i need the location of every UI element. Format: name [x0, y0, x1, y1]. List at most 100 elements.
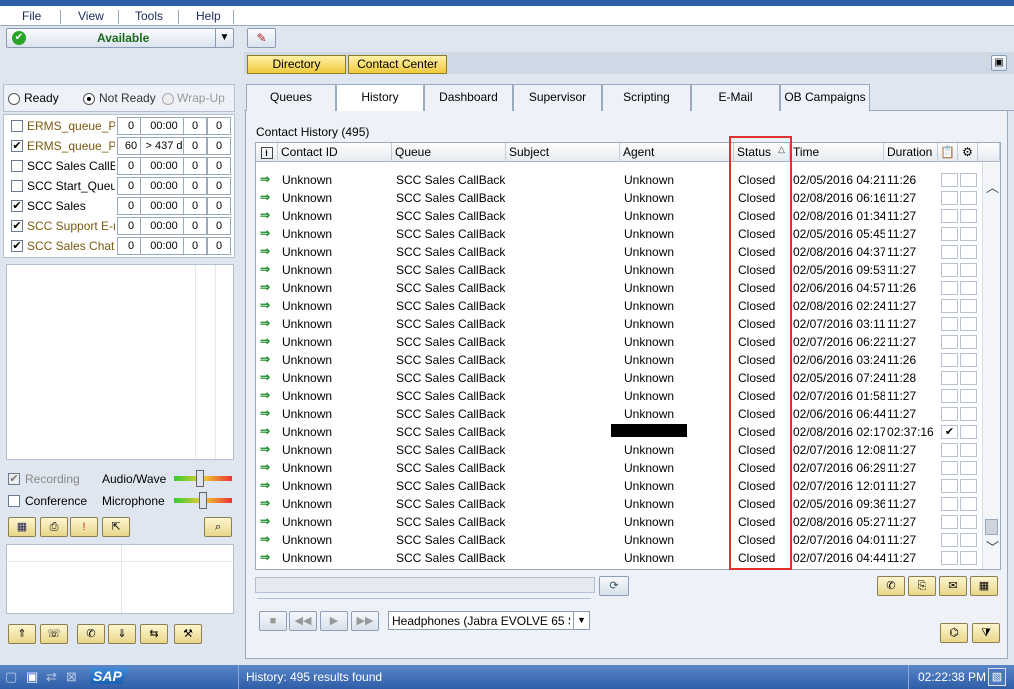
- row-mark-checkbox[interactable]: [941, 461, 958, 475]
- contact-text-field[interactable]: [255, 577, 595, 593]
- vertical-scrollbar[interactable]: ︿ ﹀: [982, 163, 1000, 569]
- not-ready-radio[interactable]: [83, 93, 95, 105]
- clipboard-icon[interactable]: 📋: [938, 143, 958, 162]
- row-mark-checkbox[interactable]: [941, 389, 958, 403]
- queue-checkbox[interactable]: ✔: [11, 200, 23, 212]
- print-icon[interactable]: ⎙: [40, 517, 68, 537]
- slider-handle[interactable]: [196, 470, 204, 487]
- conference-call-icon[interactable]: ⇆: [140, 624, 168, 644]
- window-mode-icon[interactable]: ▣: [991, 55, 1007, 71]
- tab-directory[interactable]: Directory: [247, 55, 346, 74]
- row-mark-checkbox[interactable]: [941, 299, 958, 313]
- grid-view-icon[interactable]: ▦: [970, 576, 998, 596]
- queue-checkbox[interactable]: ✔: [11, 140, 23, 152]
- window-restore-icon[interactable]: ▧: [988, 668, 1006, 686]
- refresh-icon[interactable]: ⟳: [599, 576, 629, 596]
- history-row[interactable]: ⇒)UnknownSCC Sales CallBackUnknownClosed…: [256, 243, 986, 261]
- history-row[interactable]: ⇒)UnknownSCC Sales CallBackUnknownClosed…: [256, 171, 986, 189]
- row-mark-checkbox[interactable]: [941, 245, 958, 259]
- column-settings-icon[interactable]: ⚙: [958, 143, 978, 162]
- queue-checkbox[interactable]: ✔: [11, 240, 23, 252]
- agent-status-dropdown[interactable]: ✔ Available ▼: [6, 28, 234, 48]
- column-subject[interactable]: Subject: [506, 143, 620, 162]
- menu-file[interactable]: File: [22, 9, 41, 23]
- chevron-down-icon[interactable]: ▼: [215, 29, 233, 47]
- audio-device-select[interactable]: Headphones (Jabra EVOLVE 65 Ste ▼: [388, 611, 590, 630]
- history-row[interactable]: ⇒)UnknownSCC Sales CallBackUnknownClosed…: [256, 549, 986, 567]
- row-option-box[interactable]: [960, 515, 977, 529]
- column-agent[interactable]: Agent: [620, 143, 734, 162]
- history-row[interactable]: ⇒)UnknownSCC Sales CallBackUnknownClosed…: [256, 369, 986, 387]
- row-mark-checkbox[interactable]: ✔: [941, 425, 958, 439]
- slider-handle[interactable]: [199, 492, 207, 509]
- column-contact-id[interactable]: Contact ID: [278, 143, 392, 162]
- history-row[interactable]: ⇒)UnknownSCC Sales CallBackUnknownClosed…: [256, 225, 986, 243]
- microphone-level-slider[interactable]: [174, 492, 232, 509]
- row-mark-checkbox[interactable]: [941, 443, 958, 457]
- copy-icon[interactable]: ⎘: [908, 576, 936, 596]
- row-mark-checkbox[interactable]: [941, 497, 958, 511]
- tab-dashboard[interactable]: Dashboard: [424, 84, 513, 111]
- row-option-box[interactable]: [960, 497, 977, 511]
- row-option-box[interactable]: [960, 263, 977, 277]
- row-mark-checkbox[interactable]: [941, 479, 958, 493]
- save-icon[interactable]: ▣: [26, 669, 38, 685]
- email-icon[interactable]: ✉: [939, 576, 967, 596]
- history-row[interactable]: ⇒)UnknownSCC Sales CallBackUnknownClosed…: [256, 189, 986, 207]
- history-row[interactable]: ⇒)UnknownSCC Sales CallBackUnknownClosed…: [256, 315, 986, 333]
- history-row[interactable]: ⇒)UnknownSCC Sales CallBackUnknownClosed…: [256, 279, 986, 297]
- menu-tools[interactable]: Tools: [135, 9, 163, 23]
- tab-e-mail[interactable]: E-Mail: [691, 84, 780, 111]
- queue-checkbox[interactable]: [11, 120, 23, 132]
- queue-row[interactable]: ✔ERMS_queue_PU60> 437 d00: [7, 137, 233, 156]
- row-mark-checkbox[interactable]: [941, 209, 958, 223]
- row-mark-checkbox[interactable]: [941, 407, 958, 421]
- queue-row[interactable]: ✔ SCC Sales Chat 0 00:00 0 0: [7, 237, 233, 256]
- queue-row[interactable]: ✔ SCC Support E-m 0 00:00 0 0: [7, 217, 233, 236]
- row-option-box[interactable]: [960, 209, 977, 223]
- row-option-box[interactable]: [960, 227, 977, 241]
- taskbar-icon[interactable]: ▢: [5, 669, 17, 685]
- row-mark-checkbox[interactable]: [941, 317, 958, 331]
- call-contact-icon[interactable]: ✆: [877, 576, 905, 596]
- row-mark-checkbox[interactable]: [941, 191, 958, 205]
- row-option-box[interactable]: [960, 317, 977, 331]
- alert-icon[interactable]: !: [70, 517, 98, 537]
- row-mark-checkbox[interactable]: [941, 281, 958, 295]
- search-icon[interactable]: ⌕: [204, 517, 232, 537]
- chevron-down-icon[interactable]: ▼: [573, 612, 589, 629]
- phone-icon[interactable]: ✆: [77, 624, 105, 644]
- row-option-box[interactable]: [960, 281, 977, 295]
- history-row[interactable]: ⇒)UnknownSCC Sales CallBackUnknownClosed…: [256, 351, 986, 369]
- history-row[interactable]: ⇒)UnknownSCC Sales CallBackUnknownClosed…: [256, 531, 986, 549]
- settings-wrench-icon[interactable]: ⚒: [174, 624, 202, 644]
- queue-row[interactable]: ✔ SCC Sales 0 00:00 0 0: [7, 197, 233, 216]
- row-option-box[interactable]: [960, 425, 977, 439]
- history-row[interactable]: ⇒)UnknownSCC Sales CallBackUnknownClosed…: [256, 513, 986, 531]
- history-row[interactable]: ⇒)UnknownSCC Sales CallBackUnknownClosed…: [256, 297, 986, 315]
- scroll-down-icon[interactable]: ﹀: [986, 537, 999, 556]
- row-mark-checkbox[interactable]: [941, 551, 958, 565]
- history-row[interactable]: ⇒)UnknownSCC Sales CallBackUnknownClosed…: [256, 459, 986, 477]
- queue-row[interactable]: SCC Sales CallBa 0 00:00 0 0: [7, 157, 233, 176]
- row-option-box[interactable]: [960, 299, 977, 313]
- history-row[interactable]: ⇒)UnknownSCC Sales CallBackUnknownClosed…: [256, 333, 986, 351]
- tab-queues[interactable]: Queues: [246, 84, 336, 111]
- history-row[interactable]: ⇒)UnknownSCC Sales CallBackUnknownClosed…: [256, 477, 986, 495]
- row-option-box[interactable]: [960, 443, 977, 457]
- row-option-box[interactable]: [960, 191, 977, 205]
- tab-ob-campaigns[interactable]: OB Campaigns: [780, 84, 870, 111]
- row-option-box[interactable]: [960, 245, 977, 259]
- row-mark-checkbox[interactable]: [941, 533, 958, 547]
- row-option-box[interactable]: [960, 407, 977, 421]
- tab-supervisor[interactable]: Supervisor: [513, 84, 602, 111]
- row-mark-checkbox[interactable]: [941, 353, 958, 367]
- row-mark-checkbox[interactable]: [941, 371, 958, 385]
- column-duration[interactable]: Duration: [884, 143, 938, 162]
- edit-pen-icon[interactable]: ✎: [247, 28, 276, 48]
- export-icon[interactable]: ⇱: [102, 517, 130, 537]
- row-option-box[interactable]: [960, 533, 977, 547]
- queue-row[interactable]: ERMS_queue_PU000:0000: [7, 117, 233, 136]
- row-option-box[interactable]: [960, 371, 977, 385]
- accept-call-icon[interactable]: ⇑: [8, 624, 36, 644]
